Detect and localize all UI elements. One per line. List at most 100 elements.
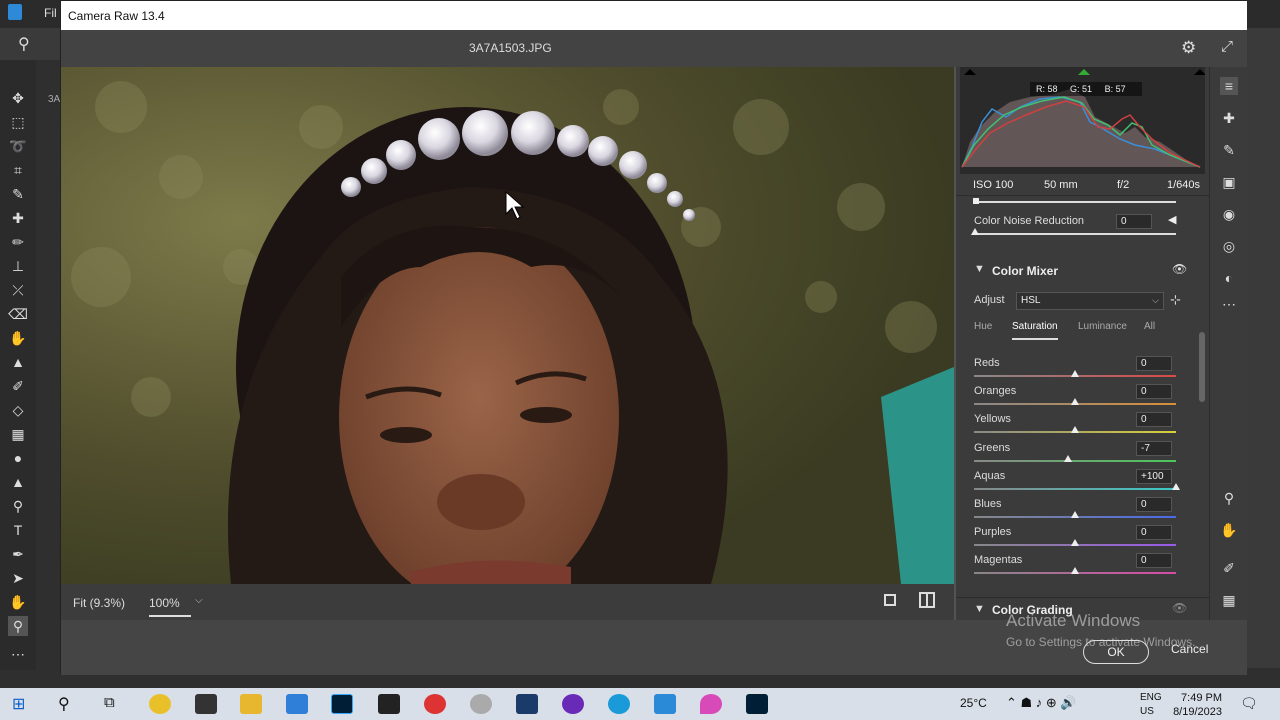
app-icon-gray[interactable] [470,694,492,714]
slider-value-field[interactable]: -7 [1136,440,1172,456]
app-icon-media[interactable] [562,694,584,714]
photo-preview[interactable] [61,67,954,584]
more-icon[interactable]: ⋯ [1220,295,1238,313]
app-icon-drop[interactable] [700,694,722,714]
slider-track[interactable] [974,459,1176,462]
tray-icons[interactable]: ⌃ ☗ ♪ ⊕ 🔊 [1006,695,1077,711]
gradient-tool-icon[interactable]: ▦ [8,424,28,444]
windows-start-icon[interactable]: ⊞ [12,694,25,714]
ps-zoom-tool-icon[interactable]: ⚲ [18,34,30,54]
fit-zoom-button[interactable]: Fit (9.3%) [73,596,125,610]
before-after-view-icon[interactable] [919,592,935,608]
color-sampler-icon[interactable]: ✐ [1220,559,1238,577]
app-icon-red[interactable] [424,694,446,714]
app-icon-blue[interactable] [654,694,676,714]
eyedropper-tool-icon[interactable]: ✎ [8,184,28,204]
tab-hue[interactable]: Hue [974,321,992,332]
app-icon-recorder[interactable] [378,694,400,714]
reset-arrow-icon[interactable]: ◀ [1168,213,1176,226]
slider-thumb[interactable] [1063,454,1072,462]
linear-gradient-icon[interactable]: ▣ [1220,173,1238,191]
sharpen-tool-icon[interactable]: ▲ [8,472,28,492]
photoshop-taskbar-icon-2[interactable] [746,694,768,714]
collapse-chevron-icon[interactable]: ▼ [974,603,985,615]
brush2-tool-icon[interactable]: ✐ [8,376,28,396]
grid-overlay-icon[interactable]: ▦ [1220,591,1238,609]
slider-thumb[interactable] [1071,567,1079,575]
panel-scrollbar[interactable] [1197,197,1207,617]
visibility-eye-icon[interactable]: 👁 [1172,262,1187,276]
language-indicator[interactable]: ENG US [1140,691,1162,719]
zoom-dropdown-icon[interactable]: ⌵ [195,595,203,606]
tab-all[interactable]: All [1144,321,1155,332]
dodge-tool-icon[interactable]: ⚲ [8,496,28,516]
prev-slider-thumb[interactable] [973,198,979,204]
healing-icon[interactable]: ✚ [1220,109,1238,127]
noise-slider-thumb[interactable] [971,228,979,235]
single-view-icon[interactable] [884,594,896,606]
store-icon[interactable] [286,694,308,714]
slider-thumb[interactable] [1071,539,1079,547]
clock[interactable]: 7:49 PM 8/19/2023 [1166,691,1222,719]
zoom-icon[interactable]: ⚲ [1220,489,1238,507]
zoom-100-button[interactable]: 100% [149,596,191,617]
edge-icon[interactable] [608,694,630,714]
prev-slider-track[interactable] [974,201,1176,203]
collapse-chevron-icon[interactable]: ▼ [974,263,985,275]
photoshop-taskbar-icon[interactable] [331,694,353,714]
brush-tool-icon[interactable]: ✏ [8,232,28,252]
weather-temp[interactable]: 25°C [960,696,987,710]
eraser-tool-icon[interactable]: ⌫ [8,304,28,324]
ps-doc-tab[interactable]: 3A [48,94,60,105]
file-explorer-icon[interactable] [240,694,262,714]
slider-thumb[interactable] [1071,426,1079,434]
slider-track[interactable] [974,487,1176,490]
slider-value-field[interactable]: 0 [1136,525,1172,541]
slider-value-field[interactable]: 0 [1136,553,1172,569]
lasso-tool-icon[interactable]: ➰ [8,136,28,156]
radial-gradient-icon[interactable]: ◉ [1220,205,1238,223]
blur-tool-icon[interactable]: ● [8,448,28,468]
slider-value-field[interactable]: 0 [1136,384,1172,400]
stamp2-tool-icon[interactable]: ▲ [8,352,28,372]
marquee-tool-icon[interactable]: ⬚ [8,112,28,132]
mail-icon[interactable] [195,694,217,714]
type-tool-icon[interactable]: T [8,520,28,540]
search-icon[interactable]: ⚲ [58,694,70,714]
more-tools-icon[interactable]: ⋯ [8,644,28,664]
targeted-adjustment-icon[interactable]: ⊹ [1170,292,1181,308]
stamp-tool-icon[interactable]: ⊥ [8,256,28,276]
color-mixer-header[interactable]: ▼ Color Mixer 👁 [956,259,1209,283]
slider-value-field[interactable]: 0 [1136,356,1172,371]
zoom-tool-icon[interactable]: ⚲ [8,616,28,636]
notifications-icon[interactable]: 🗨 [1240,695,1258,712]
hand-tool-icon[interactable]: ✋ [8,592,28,612]
ps-menu-file[interactable]: Fil [44,6,57,20]
task-view-icon[interactable]: ⧉ [104,694,115,711]
adjust-select[interactable]: HSL ⌵ [1016,292,1164,310]
path-select-icon[interactable]: ➤ [8,568,28,588]
healing-tool-icon[interactable]: ✚ [8,208,28,228]
pen-tool-icon[interactable]: ✒ [8,544,28,564]
slider-value-field[interactable]: +100 [1136,468,1172,484]
red-eye-icon[interactable]: ◎ [1220,237,1238,255]
app-so-icon[interactable] [149,694,171,714]
noise-slider-track[interactable] [974,233,1176,235]
tab-saturation[interactable]: Saturation [1012,321,1058,340]
slider-thumb[interactable] [1071,511,1079,518]
scroll-thumb[interactable] [1199,332,1205,402]
noise-value-field[interactable]: 0 [1116,214,1152,229]
slider-value-field[interactable]: 0 [1136,412,1172,428]
smudge-tool-icon[interactable]: ✋ [8,328,28,348]
fullscreen-icon[interactable]: ⤢ [1221,38,1233,55]
hand-icon[interactable]: ✋ [1220,521,1238,539]
app-icon-photos[interactable] [516,694,538,714]
settings-gear-icon[interactable]: ⚙ [1181,38,1196,58]
slider-thumb[interactable] [1172,482,1180,490]
crop-tool-icon[interactable]: ⌗ [8,160,28,180]
presets-icon[interactable]: ◐ [1220,269,1238,287]
tab-luminance[interactable]: Luminance [1078,321,1127,332]
move-tool-icon[interactable]: ✥ [8,88,28,108]
eraser2-tool-icon[interactable]: ◇ [8,400,28,420]
visibility-eye-icon[interactable]: 👁 [1172,601,1187,615]
